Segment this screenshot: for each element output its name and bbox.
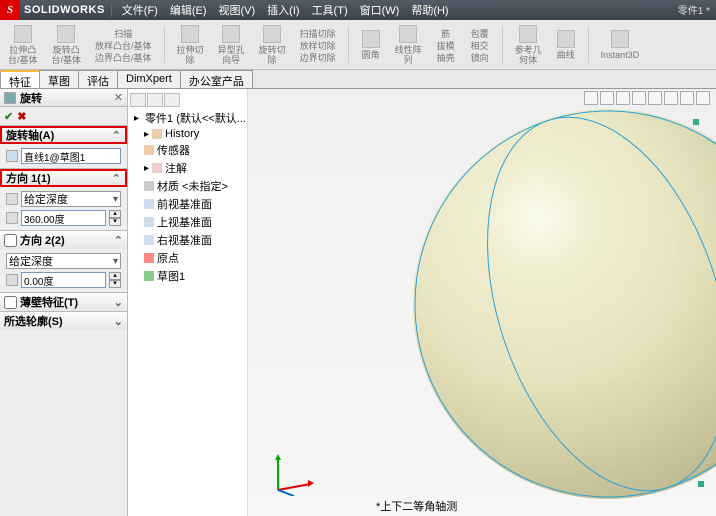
handle-top[interactable]	[693, 119, 699, 125]
menu-insert[interactable]: 插入(I)	[267, 2, 299, 18]
view-display[interactable]	[664, 91, 678, 105]
status-orientation: *上下二等角轴测	[376, 498, 457, 514]
section-selcontour-header[interactable]: 所选轮廓(S)⌄	[0, 312, 127, 330]
tab-features[interactable]: 特征	[0, 70, 40, 88]
tab-office[interactable]: 办公室产品	[180, 70, 253, 88]
view-zoom-area[interactable]	[600, 91, 614, 105]
graphics-viewport[interactable]: *上下二等角轴测	[248, 89, 716, 516]
revolve-icon	[4, 92, 16, 104]
tree-tab-config[interactable]	[147, 93, 163, 107]
tree-sensors[interactable]: 传感器	[130, 141, 245, 159]
document-title: 零件1 *	[678, 2, 710, 17]
cmd-linear-pattern[interactable]: 线性阵 列	[391, 22, 426, 67]
menu-tools[interactable]: 工具(T)	[312, 2, 348, 18]
tab-evaluate[interactable]: 评估	[78, 70, 118, 88]
view-orient[interactable]	[648, 91, 662, 105]
tree-right-plane[interactable]: 右视基准面	[130, 231, 245, 249]
view-scene[interactable]	[680, 91, 694, 105]
feature-tree-panel: ▸零件1 (默认<<默认... ▸History 传感器 ▸注解 材质 <未指定…	[128, 89, 248, 516]
dir2-angle-input[interactable]	[21, 272, 106, 288]
cmd-hole-wizard[interactable]: 异型孔 向导	[214, 22, 249, 67]
cmd-ref-geometry[interactable]: 参考几 何体	[511, 22, 546, 67]
angle-icon	[6, 212, 18, 224]
app-brand: SOLIDWORKS	[24, 4, 105, 16]
cancel-button[interactable]: ✖	[17, 110, 26, 123]
tree-tab-feature[interactable]	[130, 93, 146, 107]
view-section[interactable]	[632, 91, 646, 105]
angle2-icon	[6, 274, 18, 286]
view-zoom-fit[interactable]	[584, 91, 598, 105]
cmd-sweep[interactable]: 扫描放样凸台/基体边界凸台/基体	[91, 22, 156, 67]
title-bar: S SOLIDWORKS 文件(F) 编辑(E) 视图(V) 插入(I) 工具(…	[0, 0, 716, 20]
reverse-icon[interactable]	[6, 193, 18, 205]
pm-title: 旋转	[20, 90, 42, 106]
axis-input[interactable]	[21, 148, 121, 164]
axis-icon	[6, 150, 18, 162]
tree-material[interactable]: 材质 <未指定>	[130, 177, 245, 195]
section-axis-header[interactable]: 旋转轴(A)⌃	[0, 126, 127, 144]
cmd-mod-group[interactable]: 筋拔模抽壳	[432, 22, 460, 67]
pm-pin-icon[interactable]: ✕	[114, 91, 123, 104]
section-dir2-header[interactable]: 方向 2(2)⌃	[0, 231, 127, 249]
menu-window[interactable]: 窗口(W)	[360, 2, 400, 18]
tree-annotations[interactable]: ▸注解	[130, 159, 245, 177]
cmd-extrude-boss[interactable]: 拉伸凸 台/基体	[4, 22, 42, 67]
tab-sketch[interactable]: 草图	[39, 70, 79, 88]
tree-front-plane[interactable]: 前视基准面	[130, 195, 245, 213]
tree-root[interactable]: ▸零件1 (默认<<默认...	[130, 109, 245, 127]
tree-tab-display[interactable]	[164, 93, 180, 107]
dir1-type-select[interactable]: 给定深度	[21, 191, 121, 207]
dir1-angle-spinner[interactable]: ▴▾	[109, 210, 121, 226]
cmd-mod-group2[interactable]: 包覆相交镜向	[466, 22, 494, 67]
menu-help[interactable]: 帮助(H)	[411, 2, 448, 18]
cmd-extrude-cut[interactable]: 拉伸切 除	[173, 22, 208, 67]
tree-origin[interactable]: 原点	[130, 249, 245, 267]
view-toolbar	[584, 91, 710, 105]
tree-history[interactable]: ▸History	[130, 127, 245, 141]
dir2-angle-spinner[interactable]: ▴▾	[109, 272, 121, 288]
handle-bottom[interactable]	[698, 481, 704, 487]
view-prev[interactable]	[616, 91, 630, 105]
dir2-type-select[interactable]: 给定深度	[6, 253, 121, 269]
thin-checkbox[interactable]	[4, 296, 17, 309]
model-sphere	[413, 109, 716, 499]
orientation-triad	[268, 450, 314, 496]
cmd-revolve-cut[interactable]: 旋转切 除	[255, 22, 290, 67]
ribbon-toolbar: 拉伸凸 台/基体 旋转凸 台/基体 扫描放样凸台/基体边界凸台/基体 拉伸切 除…	[0, 20, 716, 70]
cmd-revolve-boss[interactable]: 旋转凸 台/基体	[48, 22, 86, 67]
view-appearance[interactable]	[696, 91, 710, 105]
ok-button[interactable]: ✔	[4, 110, 13, 123]
command-tabs: 特征 草图 评估 DimXpert 办公室产品	[0, 70, 716, 89]
menu-edit[interactable]: 编辑(E)	[170, 2, 207, 18]
tree-top-plane[interactable]: 上视基准面	[130, 213, 245, 231]
cmd-cut-group[interactable]: 扫描切除放样切除边界切除	[296, 22, 340, 67]
cmd-curves[interactable]: 曲线	[552, 22, 580, 67]
tab-dimxpert[interactable]: DimXpert	[117, 70, 181, 88]
app-logo: S	[0, 0, 20, 20]
menu-view[interactable]: 视图(V)	[219, 2, 256, 18]
dir2-checkbox[interactable]	[4, 234, 17, 247]
dir1-angle-input[interactable]	[21, 210, 106, 226]
tree-sketch1[interactable]: 草图1	[130, 267, 245, 285]
section-dir1-header[interactable]: 方向 1(1)⌃	[0, 169, 127, 187]
cmd-fillet[interactable]: 圆角	[357, 22, 385, 67]
menu-file[interactable]: 文件(F)	[122, 2, 158, 18]
cmd-instant3d[interactable]: Instant3D	[597, 22, 644, 67]
main-menu: 文件(F) 编辑(E) 视图(V) 插入(I) 工具(T) 窗口(W) 帮助(H…	[118, 2, 449, 18]
property-manager: 旋转 ✕ ✔ ✖ 旋转轴(A)⌃ 方向 1(1)⌃	[0, 89, 128, 516]
section-thin-header[interactable]: 薄壁特征(T)⌄	[0, 293, 127, 311]
